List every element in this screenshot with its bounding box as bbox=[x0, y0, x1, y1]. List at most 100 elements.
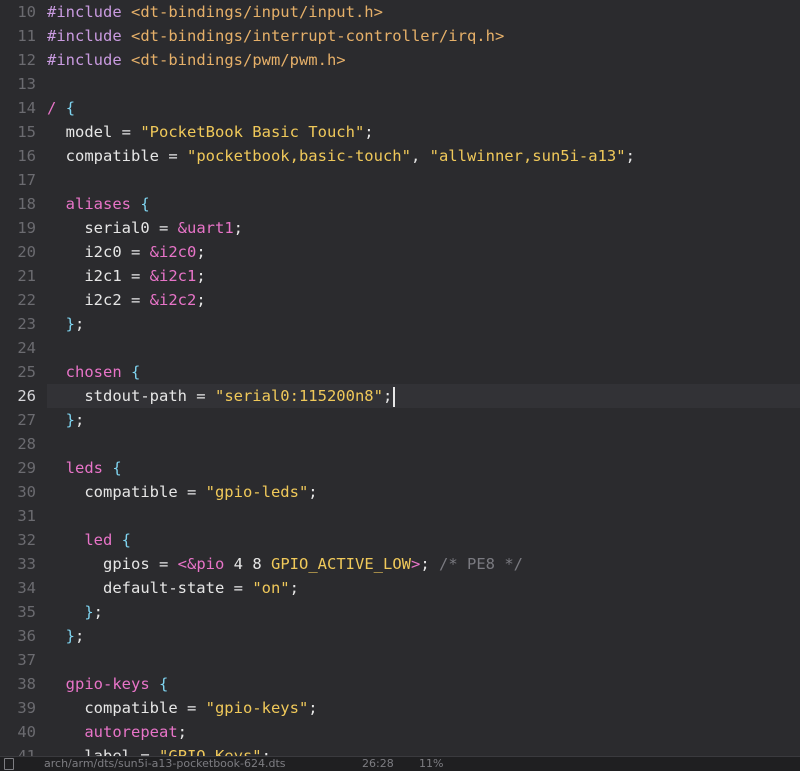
code-line[interactable]: 33 gpios = <&pio 4 8 GPIO_ACTIVE_LOW>; /… bbox=[0, 552, 800, 576]
code-line[interactable]: 16 compatible = "pocketbook,basic-touch"… bbox=[0, 144, 800, 168]
code-line[interactable]: 18 aliases { bbox=[0, 192, 800, 216]
code-line[interactable]: 20 i2c0 = &i2c0; bbox=[0, 240, 800, 264]
code-line[interactable]: 11 #include <dt-bindings/interrupt-contro… bbox=[0, 24, 800, 48]
code-line[interactable]: 41 label = "GPIO_Keys"; bbox=[0, 744, 800, 756]
code-token: "pocketbook,basic-touch" bbox=[186, 147, 411, 165]
code-line[interactable]: 23 }; bbox=[0, 312, 800, 336]
code-content: model = "PocketBook Basic Touch"; bbox=[47, 120, 374, 144]
code-text-area[interactable]: #include <dt-bindings/input/input.h> bbox=[47, 0, 800, 24]
code-token: ; bbox=[308, 699, 318, 717]
code-text-area[interactable]: }; bbox=[47, 312, 800, 336]
code-text-area[interactable] bbox=[47, 432, 800, 456]
code-token: compatible = bbox=[47, 699, 206, 717]
code-text-area[interactable] bbox=[47, 648, 800, 672]
code-line[interactable]: 30 compatible = "gpio-leds"; bbox=[0, 480, 800, 504]
code-token: gpios = bbox=[47, 555, 178, 573]
code-text-area[interactable]: / { bbox=[47, 96, 800, 120]
code-text-area[interactable] bbox=[47, 336, 800, 360]
code-text-area[interactable] bbox=[47, 168, 800, 192]
code-text-area[interactable]: serial0 = &uart1; bbox=[47, 216, 800, 240]
code-text-area[interactable] bbox=[47, 72, 800, 96]
code-line[interactable]: 40 autorepeat; bbox=[0, 720, 800, 744]
code-line[interactable]: 38 gpio-keys { bbox=[0, 672, 800, 696]
code-line[interactable]: 24 bbox=[0, 336, 800, 360]
code-line[interactable]: 14 / { bbox=[0, 96, 800, 120]
code-content: autorepeat; bbox=[47, 720, 187, 744]
code-text-area[interactable]: i2c1 = &i2c1; bbox=[47, 264, 800, 288]
line-number: 38 bbox=[17, 675, 36, 693]
code-line[interactable]: 26 stdout-path = "serial0:115200n8"; bbox=[0, 384, 800, 408]
code-text-area[interactable]: model = "PocketBook Basic Touch"; bbox=[47, 120, 800, 144]
code-text-area[interactable] bbox=[47, 504, 800, 528]
code-text-area[interactable]: label = "GPIO_Keys"; bbox=[47, 744, 800, 756]
code-line[interactable]: 10 #include <dt-bindings/input/input.h> bbox=[0, 0, 800, 24]
code-token: { bbox=[65, 99, 76, 117]
code-token: ; bbox=[261, 747, 271, 756]
code-text-area[interactable]: autorepeat; bbox=[47, 720, 800, 744]
code-text-area[interactable]: gpio-keys { bbox=[47, 672, 800, 696]
code-token: } bbox=[65, 627, 76, 645]
code-token: ; bbox=[364, 123, 374, 141]
code-line[interactable]: 32 led { bbox=[0, 528, 800, 552]
code-text-area[interactable]: led { bbox=[47, 528, 800, 552]
code-token: serial0 = bbox=[47, 219, 178, 237]
code-line[interactable]: 39 compatible = "gpio-keys"; bbox=[0, 696, 800, 720]
code-text-area[interactable]: }; bbox=[47, 408, 800, 432]
code-text-area[interactable]: chosen { bbox=[47, 360, 800, 384]
code-text-area[interactable]: default-state = "on"; bbox=[47, 576, 800, 600]
code-editor[interactable]: 10 #include <dt-bindings/input/input.h> 11… bbox=[0, 0, 800, 756]
code-text-area[interactable]: #include <dt-bindings/pwm/pwm.h> bbox=[47, 48, 800, 72]
code-text-area[interactable]: compatible = "gpio-keys"; bbox=[47, 696, 800, 720]
code-text-area[interactable]: i2c2 = &i2c2; bbox=[47, 288, 800, 312]
code-text-area[interactable]: gpios = <&pio 4 8 GPIO_ACTIVE_LOW>; /* P… bbox=[47, 552, 800, 576]
code-text-area[interactable]: }; bbox=[47, 600, 800, 624]
code-line[interactable]: 37 bbox=[0, 648, 800, 672]
code-line[interactable]: 29 leds { bbox=[0, 456, 800, 480]
code-token: ; bbox=[196, 267, 206, 285]
code-text-area[interactable]: compatible = "pocketbook,basic-touch", "… bbox=[47, 144, 800, 168]
code-line[interactable]: 21 i2c1 = &i2c1; bbox=[0, 264, 800, 288]
code-line[interactable]: 25 chosen { bbox=[0, 360, 800, 384]
code-line[interactable]: 22 i2c2 = &i2c2; bbox=[0, 288, 800, 312]
code-line[interactable]: 15 model = "PocketBook Basic Touch"; bbox=[0, 120, 800, 144]
code-line[interactable]: 17 bbox=[0, 168, 800, 192]
code-token: leds bbox=[65, 459, 103, 477]
line-number: 31 bbox=[17, 507, 36, 525]
code-text-area[interactable]: compatible = "gpio-leds"; bbox=[47, 480, 800, 504]
code-line[interactable]: 35 }; bbox=[0, 600, 800, 624]
code-line[interactable]: 31 bbox=[0, 504, 800, 528]
code-line[interactable]: 34 default-state = "on"; bbox=[0, 576, 800, 600]
code-token: / bbox=[47, 99, 57, 117]
code-text-area[interactable]: stdout-path = "serial0:115200n8"; bbox=[47, 384, 800, 408]
code-text-area[interactable]: leds { bbox=[47, 456, 800, 480]
code-token: "gpio-keys" bbox=[205, 699, 309, 717]
code-content: i2c0 = &i2c0; bbox=[47, 240, 205, 264]
code-line[interactable]: 36 }; bbox=[0, 624, 800, 648]
file-path[interactable]: arch/arm/dts/sun5i-a13-pocketbook-624.dt… bbox=[44, 757, 286, 771]
code-line[interactable]: 28 bbox=[0, 432, 800, 456]
code-text-area[interactable]: aliases { bbox=[47, 192, 800, 216]
line-number: 14 bbox=[17, 99, 36, 117]
code-token: &i2c0 bbox=[149, 243, 197, 261]
code-line[interactable]: 27 }; bbox=[0, 408, 800, 432]
code-content: }; bbox=[47, 408, 85, 432]
line-number: 10 bbox=[17, 3, 36, 21]
code-text-area[interactable]: #include <dt-bindings/interrupt-controll… bbox=[47, 24, 800, 48]
code-token: ; bbox=[196, 291, 206, 309]
code-text-area[interactable]: i2c0 = &i2c0; bbox=[47, 240, 800, 264]
cursor-position[interactable]: 26:28 bbox=[362, 757, 394, 771]
code-token: &pio bbox=[187, 555, 225, 573]
code-token: &uart1 bbox=[177, 219, 234, 237]
code-line[interactable]: 12 #include <dt-bindings/pwm/pwm.h> bbox=[0, 48, 800, 72]
code-token: chosen bbox=[65, 363, 122, 381]
code-line[interactable]: 13 bbox=[0, 72, 800, 96]
code-text-area[interactable]: }; bbox=[47, 624, 800, 648]
code-line[interactable]: 19 serial0 = &uart1; bbox=[0, 216, 800, 240]
line-number: 24 bbox=[17, 339, 36, 357]
line-number: 29 bbox=[17, 459, 36, 477]
